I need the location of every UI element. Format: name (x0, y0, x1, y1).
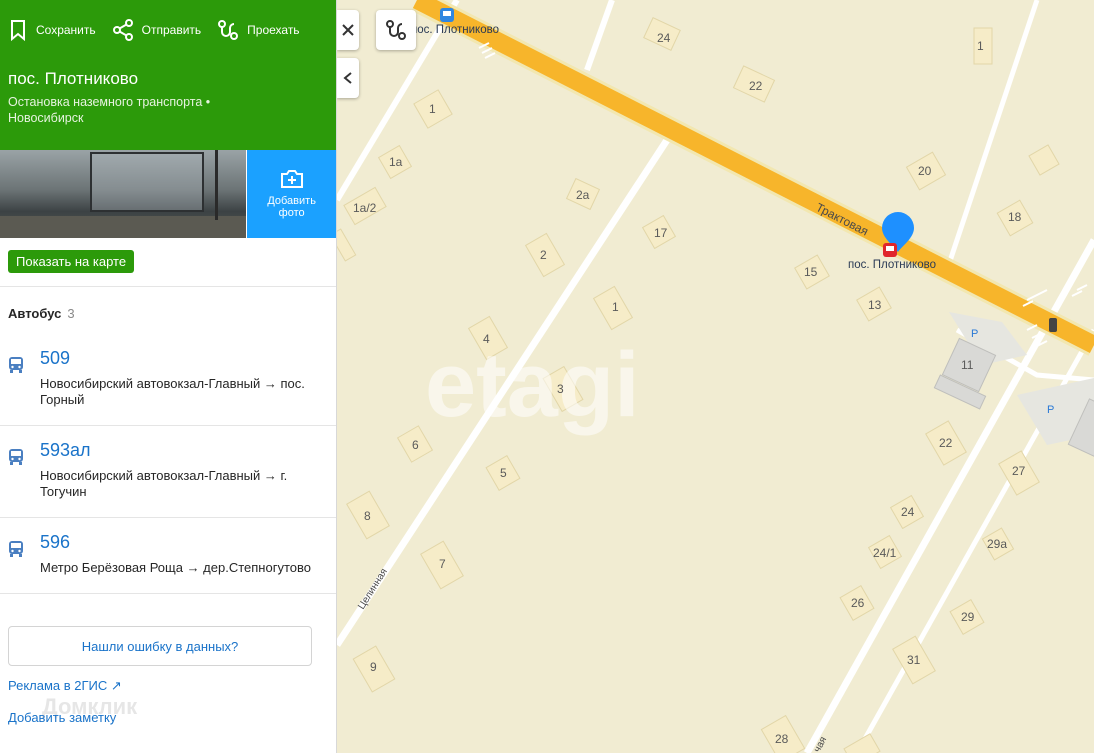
place-header: Сохранить Отправить Проехать пос. Плотни… (0, 0, 336, 150)
building-number: 22 (939, 436, 953, 450)
building-number: 5 (500, 466, 507, 480)
route-description: Метро Берёзовая Роща → дер.Степногутово (40, 560, 311, 575)
collapse-panel-button[interactable] (337, 58, 359, 98)
bus-icon (9, 449, 23, 465)
chevron-left-icon (343, 72, 352, 84)
building-number: 29а (987, 537, 1007, 551)
directions-button[interactable]: Проехать (217, 19, 300, 41)
save-button[interactable]: Сохранить (8, 19, 96, 41)
building-number: 15 (804, 265, 818, 279)
building-number: 18 (1008, 210, 1022, 224)
building-number: 8 (364, 509, 371, 523)
action-bar: Сохранить Отправить Проехать (0, 0, 336, 60)
building-number: 13 (868, 298, 882, 312)
report-error-button[interactable]: Нашли ошибку в данных? (8, 626, 312, 666)
building-number: 2 (540, 248, 547, 262)
share-label: Отправить (141, 23, 202, 37)
close-panel-button[interactable] (337, 10, 359, 50)
divider (0, 593, 336, 594)
building-number: 17 (654, 226, 668, 240)
map-canvas[interactable]: etagi 24 22 1 1 1а 1а/2 2а 2 17 20 18 15… (337, 0, 1094, 753)
bus-icon (9, 541, 23, 557)
building-number: 24/1 (873, 546, 897, 560)
building-number: 29 (961, 610, 975, 624)
route-icon (218, 20, 239, 40)
route-item[interactable]: 596 Метро Берёзовая Роща → дер.Степногут… (0, 518, 336, 610)
building-number: 11 (961, 358, 974, 372)
share-icon (112, 19, 133, 41)
selected-stop-label: пос. Плотниково (848, 259, 936, 271)
route-number[interactable]: 509 (40, 348, 70, 369)
map-svg[interactable]: etagi 24 22 1 1 1а 1а/2 2а 2 17 20 18 15… (337, 0, 1094, 753)
directions-label: Проехать (247, 23, 300, 37)
place-city: Новосибирск (8, 111, 84, 125)
add-photo-button[interactable]: Добавить фото (247, 150, 336, 238)
parking-label: P (1047, 404, 1054, 416)
section-count: 3 (67, 306, 75, 321)
advertising-link[interactable]: Реклама в 2ГИС ↗ (8, 678, 122, 694)
building-number: 6 (412, 438, 419, 452)
route-number[interactable]: 593ал (40, 440, 91, 461)
bookmark-icon (11, 20, 25, 41)
stop-photo[interactable] (0, 150, 247, 238)
building-number: 1а (389, 155, 403, 169)
route-item[interactable]: 509 Новосибирский автовокзал-Главный → п… (0, 334, 336, 426)
close-icon (342, 24, 354, 36)
route-tool-button[interactable] (376, 10, 416, 50)
place-subtitle: Остановка наземного транспорта • Новосиб… (8, 94, 308, 126)
building-number: 7 (439, 557, 446, 571)
building-number: 3 (557, 382, 564, 396)
section-label: Автобус (8, 306, 62, 321)
save-label: Сохранить (36, 23, 96, 37)
building-number: 2а (576, 188, 590, 202)
building-number: 26 (851, 596, 865, 610)
building-number: 27 (1012, 464, 1026, 478)
route-description: Новосибирский автовокзал-Главный → г. То… (40, 468, 288, 499)
etagi-watermark: etagi (425, 334, 640, 436)
place-card-panel: Сохранить Отправить Проехать пос. Плотни… (0, 0, 337, 753)
building-number: 20 (918, 164, 932, 178)
add-note-link[interactable]: Добавить заметку (8, 710, 116, 725)
building-number: 31 (907, 653, 921, 667)
place-type: Остановка наземного транспорта • (8, 95, 211, 109)
building-number: 1 (977, 39, 984, 53)
route-description: Новосибирский автовокзал-Главный → пос. … (40, 376, 305, 407)
route-number[interactable]: 596 (40, 532, 70, 553)
place-title: пос. Плотниково (8, 69, 139, 88)
building-number: 1а/2 (353, 201, 377, 215)
share-button[interactable]: Отправить (112, 19, 202, 41)
building-number: 9 (370, 660, 377, 674)
route-item[interactable]: 593ал Новосибирский автовокзал-Главный →… (0, 426, 336, 518)
add-photo-label: Добавить фото (267, 195, 316, 219)
building-number: 24 (657, 31, 671, 45)
photo-strip: Добавить фото (0, 150, 336, 238)
transport-section-title: Автобус 3 (8, 306, 75, 321)
building-number: 1 (612, 300, 619, 314)
building-number: 28 (775, 732, 789, 746)
show-on-map-button[interactable]: Показать на карте (8, 250, 135, 273)
building-number: 24 (901, 505, 915, 519)
camera-plus-icon (280, 170, 303, 188)
building-number: 4 (483, 332, 490, 346)
top-stop-label: пос. Плотниково (411, 24, 499, 36)
route-icon (386, 20, 406, 40)
building-number: 1 (429, 102, 436, 116)
building-number: 22 (749, 79, 763, 93)
bus-icon (9, 357, 23, 373)
divider (0, 286, 336, 287)
parking-label: P (971, 328, 978, 340)
